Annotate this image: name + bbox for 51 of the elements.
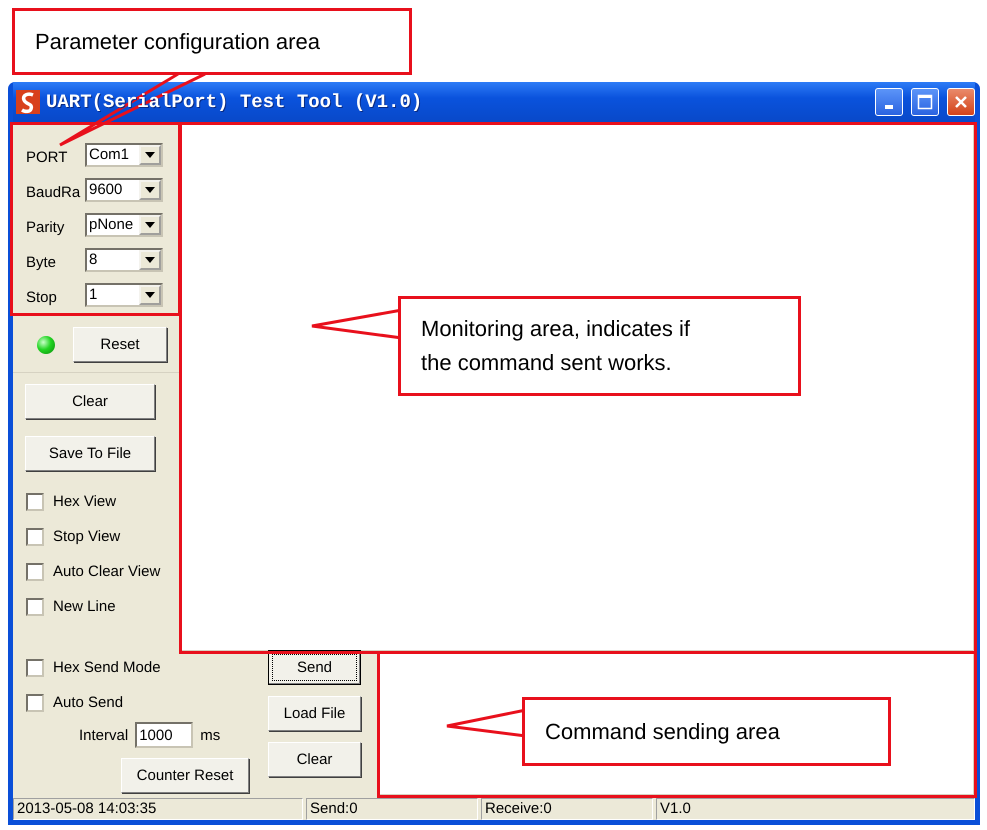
dropdown-arrow-icon — [144, 186, 156, 194]
callout-box: Parameter configuration area — [12, 8, 412, 75]
dropdown[interactable]: 9600 — [85, 178, 163, 202]
setting-label: BaudRa — [26, 183, 82, 201]
minimize-button[interactable] — [875, 88, 903, 116]
status-bar-cell: Send:0 — [306, 798, 478, 820]
close-button[interactable] — [947, 88, 975, 116]
dropdown-arrow-icon — [144, 220, 156, 228]
setting-label: Stop — [26, 288, 58, 306]
send-panel-button[interactable]: Clear — [268, 742, 361, 777]
checkbox[interactable] — [26, 492, 44, 510]
send-panel-button[interactable]: Load File — [268, 696, 361, 731]
send-panel-button[interactable]: Send — [268, 650, 361, 685]
reset-button[interactable]: Reset — [73, 327, 167, 362]
status-bar-cell: V1.0 — [656, 798, 975, 820]
maximize-button[interactable] — [911, 88, 939, 116]
setting-label: PORT — [26, 148, 68, 166]
close-icon — [953, 94, 969, 110]
dropdown[interactable]: pNone — [85, 212, 163, 236]
app-icon — [16, 90, 40, 114]
checkbox[interactable] — [26, 658, 44, 676]
checkbox[interactable] — [26, 598, 44, 616]
callout-box: Command sending area — [522, 697, 891, 766]
checkbox-label: Auto Clear View — [53, 563, 160, 580]
interval-label: Interval — [79, 726, 128, 744]
interval-field[interactable]: 1000 — [135, 722, 194, 748]
status-bar-cell: Receive:0 — [481, 798, 653, 820]
dropdown[interactable]: 1 — [85, 282, 163, 306]
dropdown-arrow-icon — [144, 256, 156, 264]
dropdown[interactable]: 8 — [85, 248, 163, 272]
counter-reset-button[interactable]: Counter Reset — [121, 758, 249, 793]
checkbox[interactable] — [26, 694, 44, 712]
setting-label: Byte — [26, 253, 58, 271]
unit-label: ms — [200, 726, 220, 744]
setting-label: Parity — [26, 218, 66, 236]
checkbox[interactable] — [26, 562, 44, 580]
checkbox-label: Hex View — [53, 493, 116, 510]
checkbox-label: New Line — [53, 598, 116, 615]
view-button[interactable]: Clear — [25, 384, 155, 419]
status-bar-cell: 2013-05-08 14:03:35 — [13, 798, 303, 820]
dropdown-arrow-icon — [144, 150, 156, 158]
checkbox-label: Auto Send — [53, 694, 124, 711]
checkbox-label: Hex Send Mode — [53, 659, 161, 676]
checkbox-label: Stop View — [53, 528, 120, 545]
dropdown-arrow-icon — [144, 290, 156, 298]
callout-text: Monitoring area, indicates if the command sent works. — [421, 315, 692, 377]
maximize-icon — [917, 94, 933, 110]
view-button[interactable]: Save To File — [25, 436, 155, 471]
minimize-icon — [885, 105, 893, 109]
dropdown[interactable]: Com1 — [85, 142, 163, 166]
checkbox[interactable] — [26, 528, 44, 546]
